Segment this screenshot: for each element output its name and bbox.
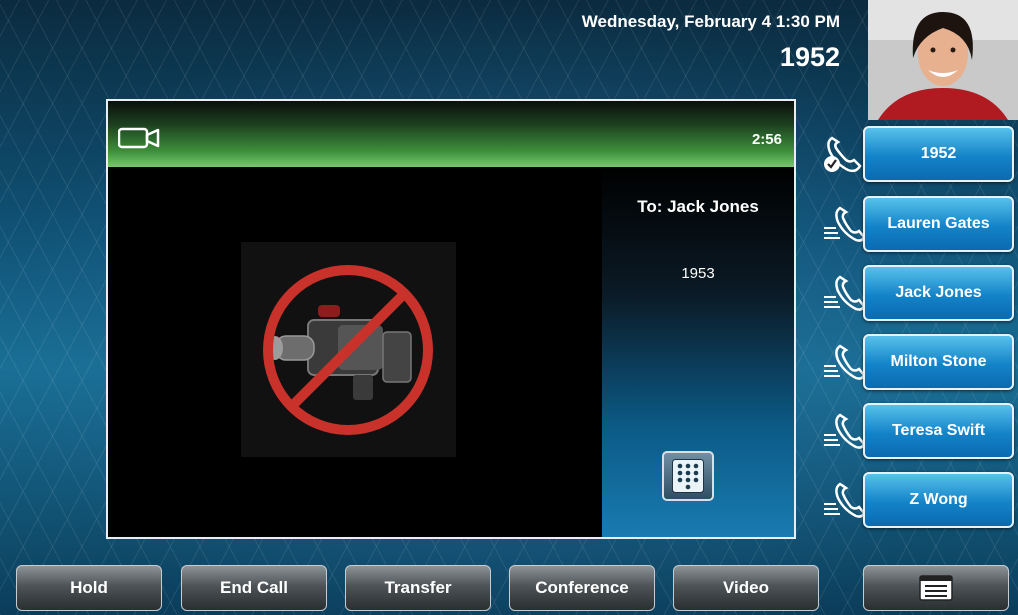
- line-button[interactable]: Teresa Swift: [863, 403, 1014, 459]
- line-button[interactable]: 1952: [863, 126, 1014, 182]
- active-call-panel: 2:56 To: Jack Jones 1953: [106, 99, 796, 539]
- status-bar: Wednesday, February 4 1:30 PM 1952: [0, 0, 865, 90]
- phone-line-icon: [822, 271, 866, 315]
- conference-button[interactable]: Conference: [509, 565, 655, 611]
- phone-line-icon: [822, 409, 866, 453]
- line-key-z-wong[interactable]: Z Wong: [822, 468, 1018, 532]
- video-camera-icon: [117, 127, 160, 154]
- phone-line-icon: [822, 478, 866, 522]
- menu-icon: [919, 575, 953, 601]
- line-button[interactable]: Milton Stone: [863, 334, 1014, 390]
- remote-party-name: To: Jack Jones: [637, 197, 759, 216]
- date-time: Wednesday, February 4 1:30 PM: [581, 12, 840, 31]
- call-header-bar: 2:56: [108, 101, 794, 167]
- video-button[interactable]: Video: [673, 565, 819, 611]
- end-call-button[interactable]: End Call: [181, 565, 327, 611]
- line-button[interactable]: Lauren Gates: [863, 196, 1014, 252]
- line-key-jack-jones[interactable]: Jack Jones: [822, 261, 1018, 325]
- line-button[interactable]: Z Wong: [863, 472, 1014, 528]
- self-view-person-image: [868, 0, 1018, 120]
- line-button[interactable]: Jack Jones: [863, 265, 1014, 321]
- menu-button[interactable]: [863, 565, 1009, 611]
- line-key-teresa-swift[interactable]: Teresa Swift: [822, 399, 1018, 463]
- remote-party-number: 1953: [681, 265, 715, 282]
- line-key-1952[interactable]: 1952: [822, 122, 1018, 186]
- call-timer: 2:56: [751, 131, 782, 148]
- own-extension: 1952: [779, 42, 840, 72]
- dialpad-icon: [672, 459, 704, 493]
- call-info-area: To: Jack Jones 1953: [602, 167, 794, 537]
- hold-button[interactable]: Hold: [16, 565, 162, 611]
- line-key-milton-stone[interactable]: Milton Stone: [822, 330, 1018, 394]
- phone-active-icon: [822, 132, 866, 176]
- phone-line-icon: [822, 202, 866, 246]
- dialpad-button[interactable]: [662, 451, 714, 501]
- softkey-bar: Hold End Call Transfer Conference Video: [0, 561, 1018, 615]
- self-view-video[interactable]: [868, 0, 1018, 120]
- phone-line-icon: [822, 340, 866, 384]
- no-video-icon: [241, 242, 456, 457]
- line-key-lauren-gates[interactable]: Lauren Gates: [822, 192, 1018, 256]
- remote-video-area: [108, 167, 602, 537]
- transfer-button[interactable]: Transfer: [345, 565, 491, 611]
